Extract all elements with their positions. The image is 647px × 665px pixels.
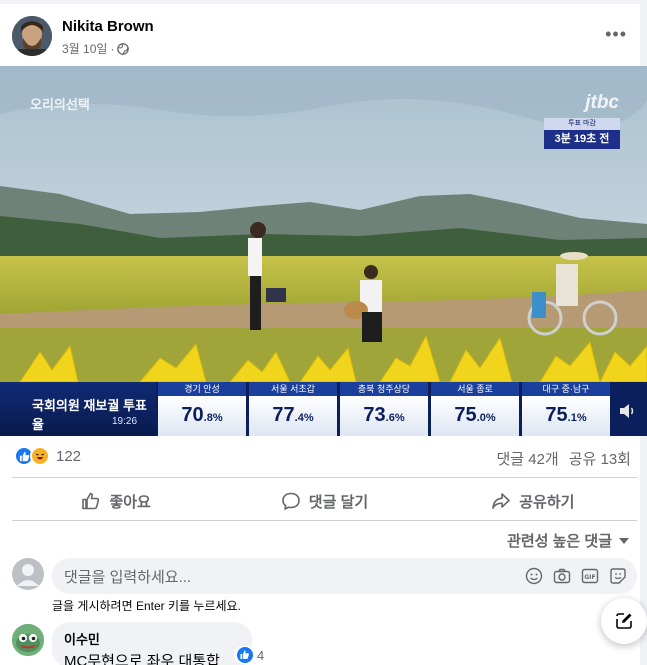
district-name: 경기 안성 [158, 382, 246, 396]
sticker-icon[interactable] [609, 567, 627, 585]
comment-icon [281, 492, 300, 510]
share-icon [492, 493, 511, 509]
comment-text: MC무현으로 좌우 대통합 [64, 653, 220, 665]
post-meta: 3월 10일 · [62, 40, 130, 57]
like-button[interactable]: 좋아요 [12, 482, 220, 520]
post-card: Nikita Brown 3월 10일 · ••• 오리의선택 jtbc 투표 … [0, 4, 647, 665]
comment-label: 댓글 달기 [308, 493, 369, 511]
share-count[interactable]: 공유 13회 [569, 448, 631, 469]
district-turnout: 75.0% [431, 396, 519, 436]
thumbs-up-icon [82, 492, 100, 510]
district-cell: 대구 중·남구 75.1% [522, 382, 612, 436]
reaction-icons [14, 446, 50, 466]
turnout-decimal: .1% [567, 412, 587, 424]
video-player[interactable]: 오리의선택 jtbc 투표 마감 3분 19초 전 국회의원 재보궐 투표율 1… [0, 66, 647, 436]
camera-icon[interactable] [553, 567, 571, 585]
district-turnout: 75.1% [522, 396, 610, 436]
channel-logo: jtbc [585, 92, 619, 113]
comment-composer: 댓글을 입력하세요... GIF [12, 558, 637, 594]
district-turnout: 77.4% [249, 396, 337, 436]
comment-input-placeholder: 댓글을 입력하세요... [64, 568, 192, 586]
author-avatar[interactable] [12, 16, 52, 56]
district-turnout: 70.8% [158, 396, 246, 436]
reaction-summary[interactable]: 122 [14, 446, 81, 466]
turnout-decimal: .4% [294, 412, 314, 424]
comment-like-count: 4 [257, 647, 265, 663]
turnout-integer: 75 [545, 404, 568, 426]
comment-hint: 글을 게시하려면 Enter 키를 누르세요. [52, 599, 241, 613]
current-user-avatar[interactable] [12, 558, 44, 590]
comment-input[interactable]: 댓글을 입력하세요... GIF [52, 558, 637, 594]
share-button[interactable]: 공유하기 [429, 482, 637, 520]
post-header: Nikita Brown 3월 10일 · ••• [12, 16, 637, 60]
comment-bubble: 이수민 MC무현으로 좌우 대통합 [52, 622, 252, 665]
caret-down-icon [619, 537, 629, 544]
district-name: 충북 청주상당 [340, 382, 428, 396]
countdown-value: 3분 19초 전 [544, 130, 620, 149]
district-name: 대구 중·남구 [522, 382, 610, 396]
district-cell: 서울 서초갑 77.4% [249, 382, 339, 436]
engagement-stats: 댓글 42개 공유 13회 [496, 448, 631, 469]
countdown-badge: 투표 마감 3분 19초 전 [544, 118, 620, 149]
divider [12, 520, 637, 521]
compose-message-button[interactable] [601, 598, 647, 644]
program-logo: 오리의선택 [30, 97, 90, 112]
more-options-icon[interactable]: ••• [605, 24, 627, 45]
volume-icon[interactable] [617, 401, 637, 421]
sort-label: 관련성 높은 댓글 [507, 533, 612, 550]
ticker-title: 국회의원 재보궐 투표율 [32, 398, 147, 432]
author-name[interactable]: Nikita Brown [62, 18, 154, 35]
meta-separator: · [110, 41, 115, 56]
district-cell: 서울 종로 75.0% [431, 382, 521, 436]
turnout-decimal: .8% [203, 412, 223, 424]
countdown-label: 투표 마감 [544, 118, 620, 130]
district-turnout: 73.6% [340, 396, 428, 436]
reaction-count: 122 [56, 447, 82, 465]
turnout-integer: 70 [181, 404, 204, 426]
haha-reaction-icon [30, 446, 50, 466]
edit-icon [616, 613, 632, 629]
comment-count[interactable]: 댓글 42개 [496, 448, 558, 469]
comment-input-tools: GIF [525, 567, 627, 585]
turnout-integer: 73 [363, 404, 386, 426]
turnout-integer: 75 [454, 404, 477, 426]
share-label: 공유하기 [519, 493, 575, 511]
turnout-decimal: .6% [385, 412, 405, 424]
like-reaction-icon [237, 647, 253, 663]
svg-text:GIF: GIF [584, 574, 595, 581]
emoji-icon[interactable] [525, 567, 543, 585]
commenter-name[interactable]: 이수민 [64, 629, 240, 648]
ticker-title-block: 국회의원 재보궐 투표율 19:26 [0, 382, 156, 436]
globe-icon [117, 42, 130, 55]
district-name: 서울 서초갑 [249, 382, 337, 396]
turnout-decimal: .0% [476, 412, 496, 424]
commenter-avatar[interactable] [12, 624, 44, 656]
like-label: 좋아요 [109, 493, 151, 511]
turnout-integer: 77 [272, 404, 295, 426]
comment-reactions[interactable]: 4 [234, 646, 268, 664]
post-date[interactable]: 3월 10일 [62, 40, 107, 57]
post-actions: 좋아요 댓글 달기 공유하기 [12, 482, 637, 520]
comment-sort-dropdown[interactable]: 관련성 높은 댓글 [507, 530, 630, 551]
district-name: 서울 종로 [431, 382, 519, 396]
divider [12, 477, 637, 478]
district-cell: 충북 청주상당 73.6% [340, 382, 430, 436]
gif-icon[interactable]: GIF [581, 567, 599, 585]
turnout-ticker: 국회의원 재보궐 투표율 19:26 경기 안성 70.8% 서울 서초갑 77… [0, 382, 647, 436]
comment-button[interactable]: 댓글 달기 [220, 482, 428, 520]
district-cell: 경기 안성 70.8% [158, 382, 248, 436]
ticker-time: 19:26 [112, 416, 138, 427]
